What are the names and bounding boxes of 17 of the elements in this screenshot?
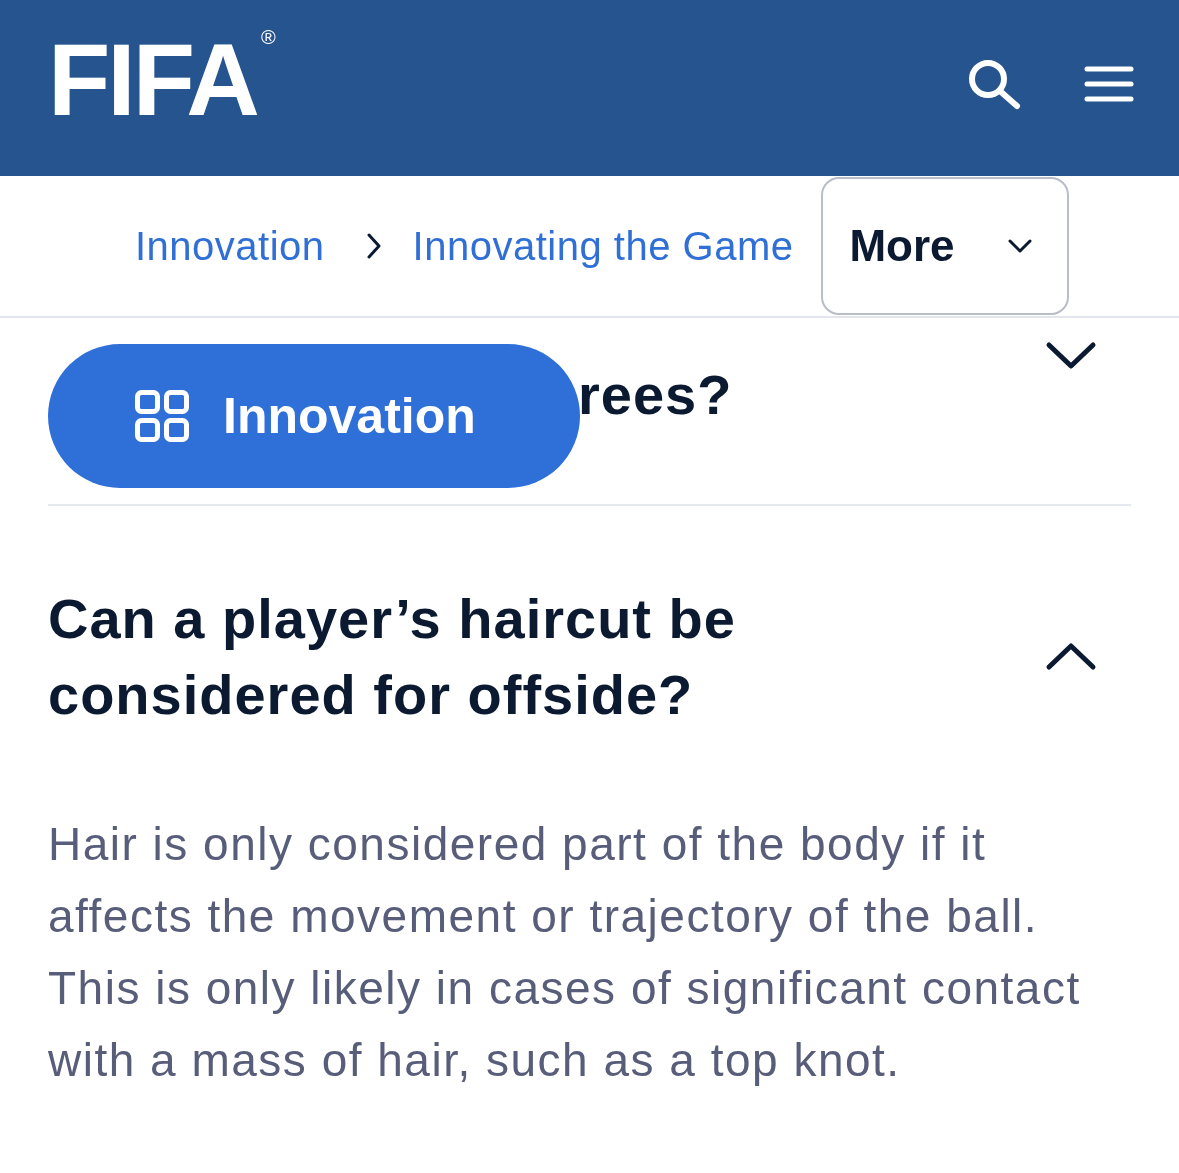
search-button[interactable] <box>966 58 1022 110</box>
menu-button[interactable] <box>1084 65 1134 103</box>
floating-section-button[interactable]: Innovation <box>48 344 580 488</box>
breadcrumb-link[interactable]: Innovation <box>135 216 325 276</box>
more-dropdown[interactable]: More <box>821 177 1070 315</box>
search-icon <box>966 58 1022 110</box>
faq-question: Can a player’s haircut be considered for offside? <box>48 586 737 728</box>
caret-icon <box>1007 238 1034 254</box>
logo[interactable]: FIFA® <box>48 29 276 131</box>
chevron-up-icon[interactable] <box>1045 641 1097 671</box>
grid-icon <box>135 390 189 442</box>
breadcrumb-link[interactable]: Innovating the Game <box>412 216 794 276</box>
chevron-right-icon <box>365 232 382 260</box>
faq-answer: Hair is only considered part of the body if it affects the movement or trajectory of the ball. This is only likely in cases of significant contact with a mass of hair, such as a top knot. <box>48 817 1082 1088</box>
menu-icon <box>1084 65 1134 103</box>
chevron-down-icon[interactable] <box>1045 341 1097 371</box>
faq-question: rees? <box>578 362 733 428</box>
